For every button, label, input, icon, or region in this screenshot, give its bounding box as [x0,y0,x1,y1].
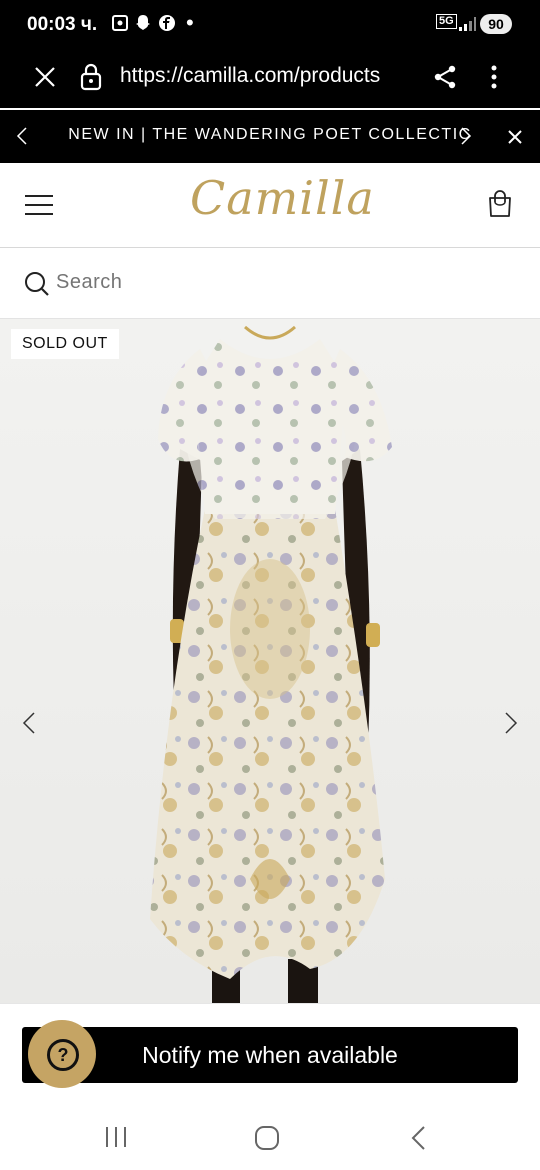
carousel-prev-icon[interactable] [22,712,36,734]
signal-icon [459,17,476,31]
share-icon[interactable] [433,64,457,90]
product-cta-area: Notify me when available ? [0,1003,540,1102]
sold-out-badge: SOLD OUT [11,329,119,359]
announcement-next-icon[interactable] [460,127,472,145]
menu-kebab-icon[interactable] [490,64,498,90]
status-time: 00:03 ч. [27,14,98,35]
screenshot-icon [112,15,128,31]
lock-icon[interactable] [80,63,102,91]
network-type: 5G [436,14,457,29]
search-icon[interactable] [24,271,50,297]
search-bar [0,248,540,319]
help-button[interactable]: ? [28,1020,96,1088]
site-header: Camilla [0,163,540,248]
shopping-bag-icon[interactable] [487,190,513,218]
question-icon: ? [47,1039,79,1071]
camilla-logo[interactable]: Camilla [190,171,375,225]
battery-level: 90 [480,14,512,34]
snapchat-icon [136,15,150,30]
url-text[interactable]: https://camilla.com/products [120,64,412,88]
product-photo [0,319,540,1003]
search-input[interactable] [56,271,476,294]
hamburger-menu-icon[interactable] [25,194,53,215]
status-bar: 00:03 ч. • 5G 90 [0,0,540,52]
notify-me-button[interactable]: Notify me when available [22,1027,518,1083]
announcement-text[interactable]: NEW IN | THE WANDERING POET COLLECTIC [40,126,500,144]
carousel-next-icon[interactable] [504,712,518,734]
announcement-bar: NEW IN | THE WANDERING POET COLLECTIC [0,110,540,163]
more-notifications-dot: • [186,10,194,35]
back-icon[interactable] [410,1125,426,1151]
browser-toolbar: https://camilla.com/products [0,52,540,108]
close-tab-icon[interactable] [33,65,57,89]
announcement-prev-icon[interactable] [16,127,28,145]
announcement-close-icon[interactable] [508,130,522,144]
recent-apps-icon[interactable] [104,1126,128,1148]
product-image-carousel[interactable]: SOLD OUT [0,319,540,1003]
system-nav-bar [0,1101,540,1170]
facebook-icon [159,15,175,31]
home-icon[interactable] [254,1125,280,1151]
